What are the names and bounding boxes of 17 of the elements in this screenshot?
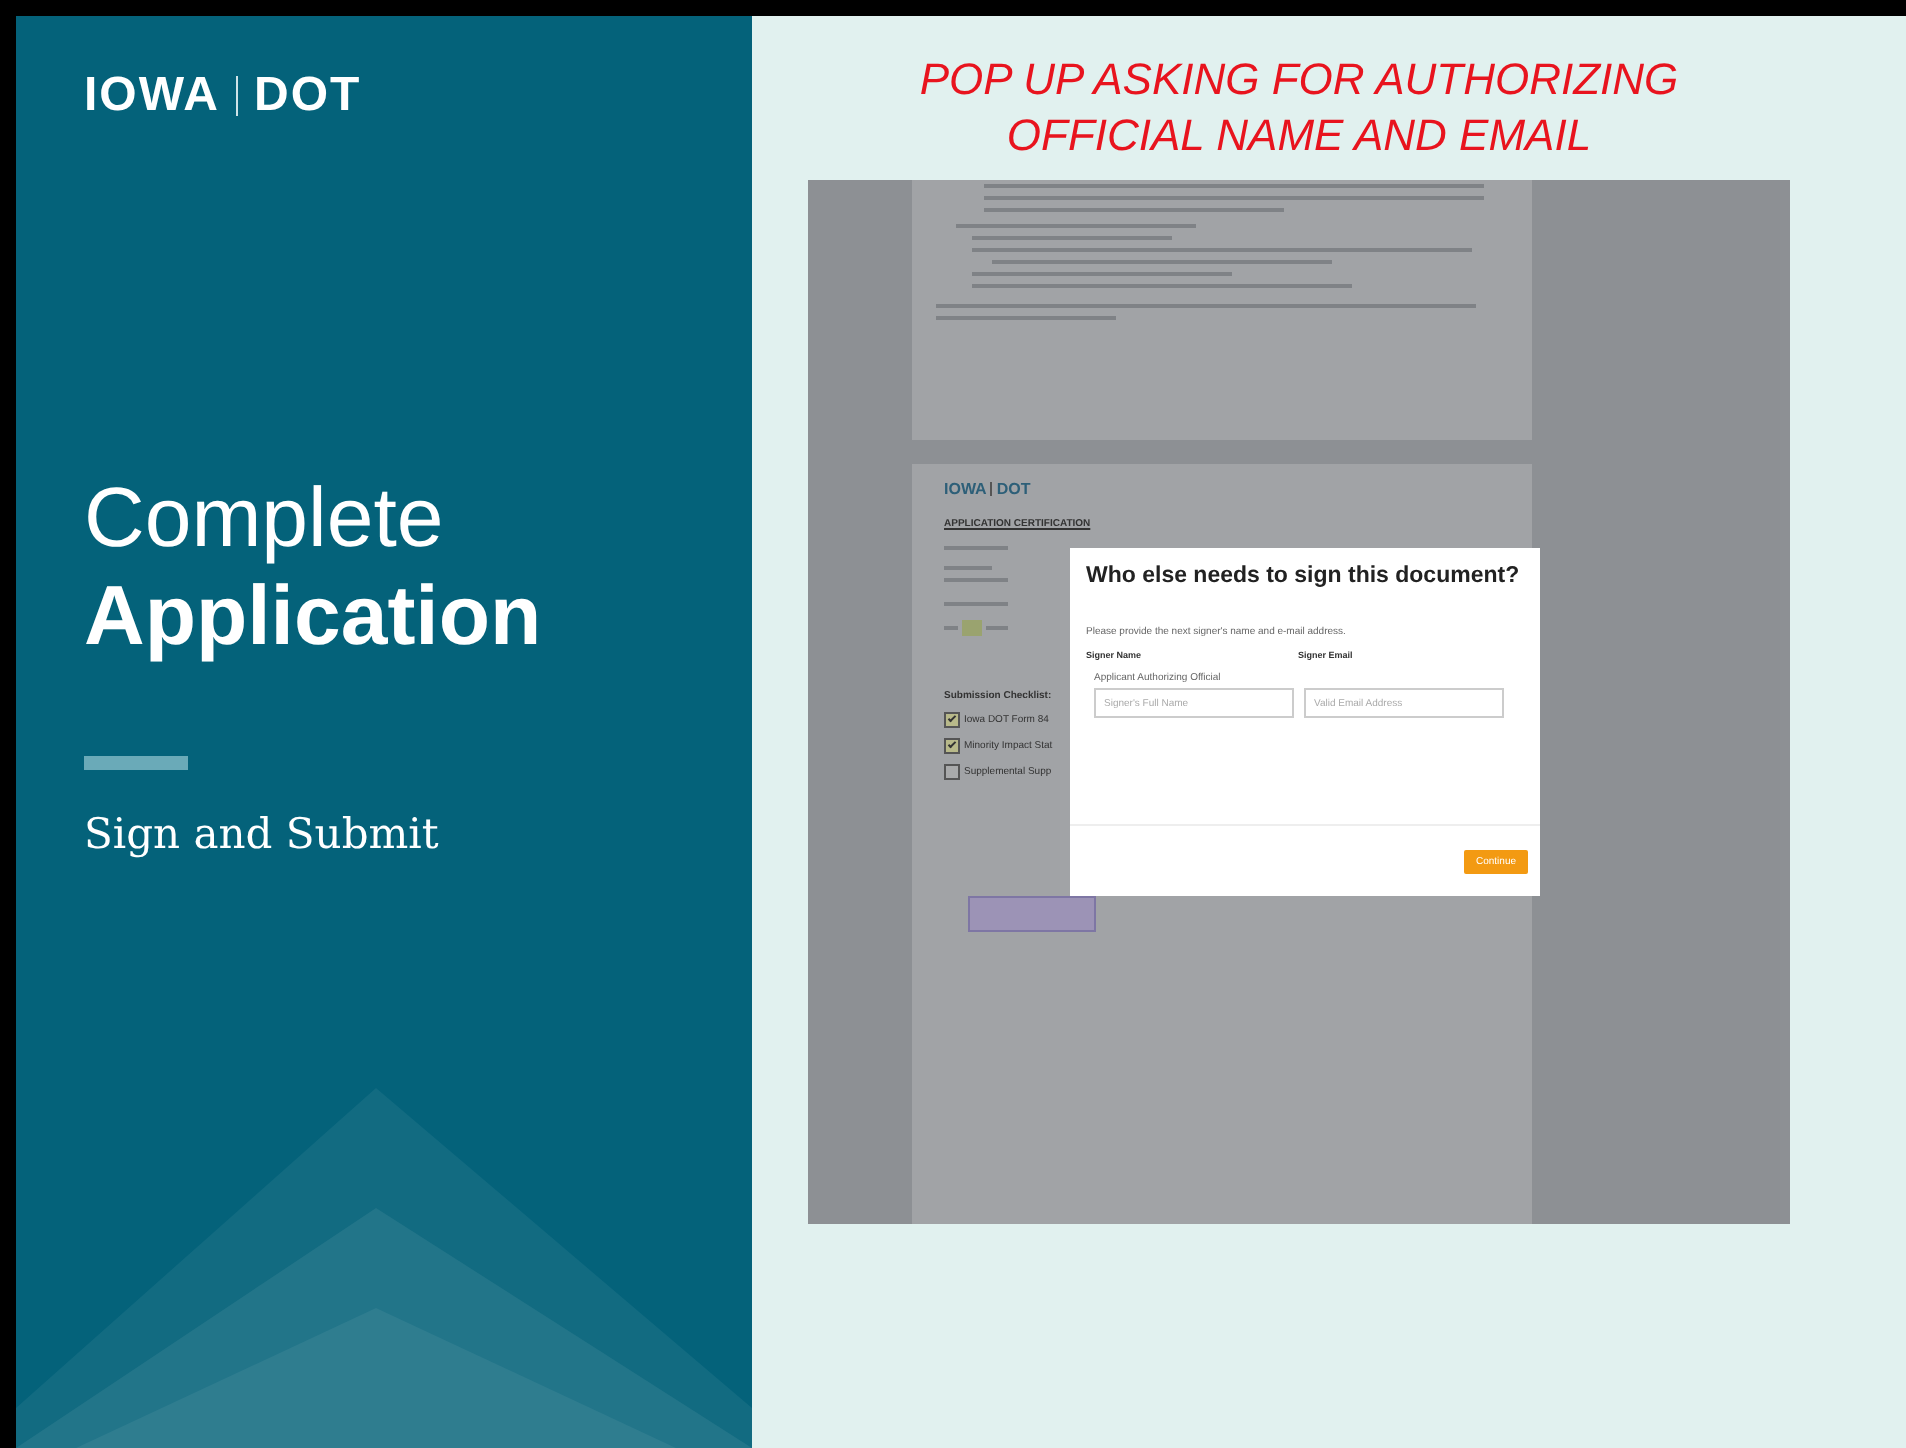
logo-text: IOWA: [84, 68, 220, 124]
logo-text: DOT: [996, 480, 1031, 498]
slide-subtitle: Sign and Submit: [84, 810, 441, 858]
logo-divider: [236, 76, 238, 116]
annotation-caption: OFFICIAL NAME AND EMAIL: [1004, 108, 1594, 164]
checkbox[interactable]: [944, 738, 960, 754]
logo-text: DOT: [254, 68, 362, 124]
annotation-caption: POP UP ASKING FOR AUTHORIZING: [919, 52, 1679, 108]
checkbox[interactable]: [944, 764, 960, 780]
logo-divider: [990, 482, 993, 496]
accent-bar: [84, 756, 188, 770]
dialog-title: Who else needs to sign this document?: [1086, 564, 1522, 588]
checkbox[interactable]: [944, 712, 960, 728]
logo-text: IOWA: [944, 480, 987, 498]
slide-title: Application: [84, 566, 544, 666]
document-text-drawing: [944, 546, 1008, 638]
slide-title: Complete: [84, 472, 446, 564]
